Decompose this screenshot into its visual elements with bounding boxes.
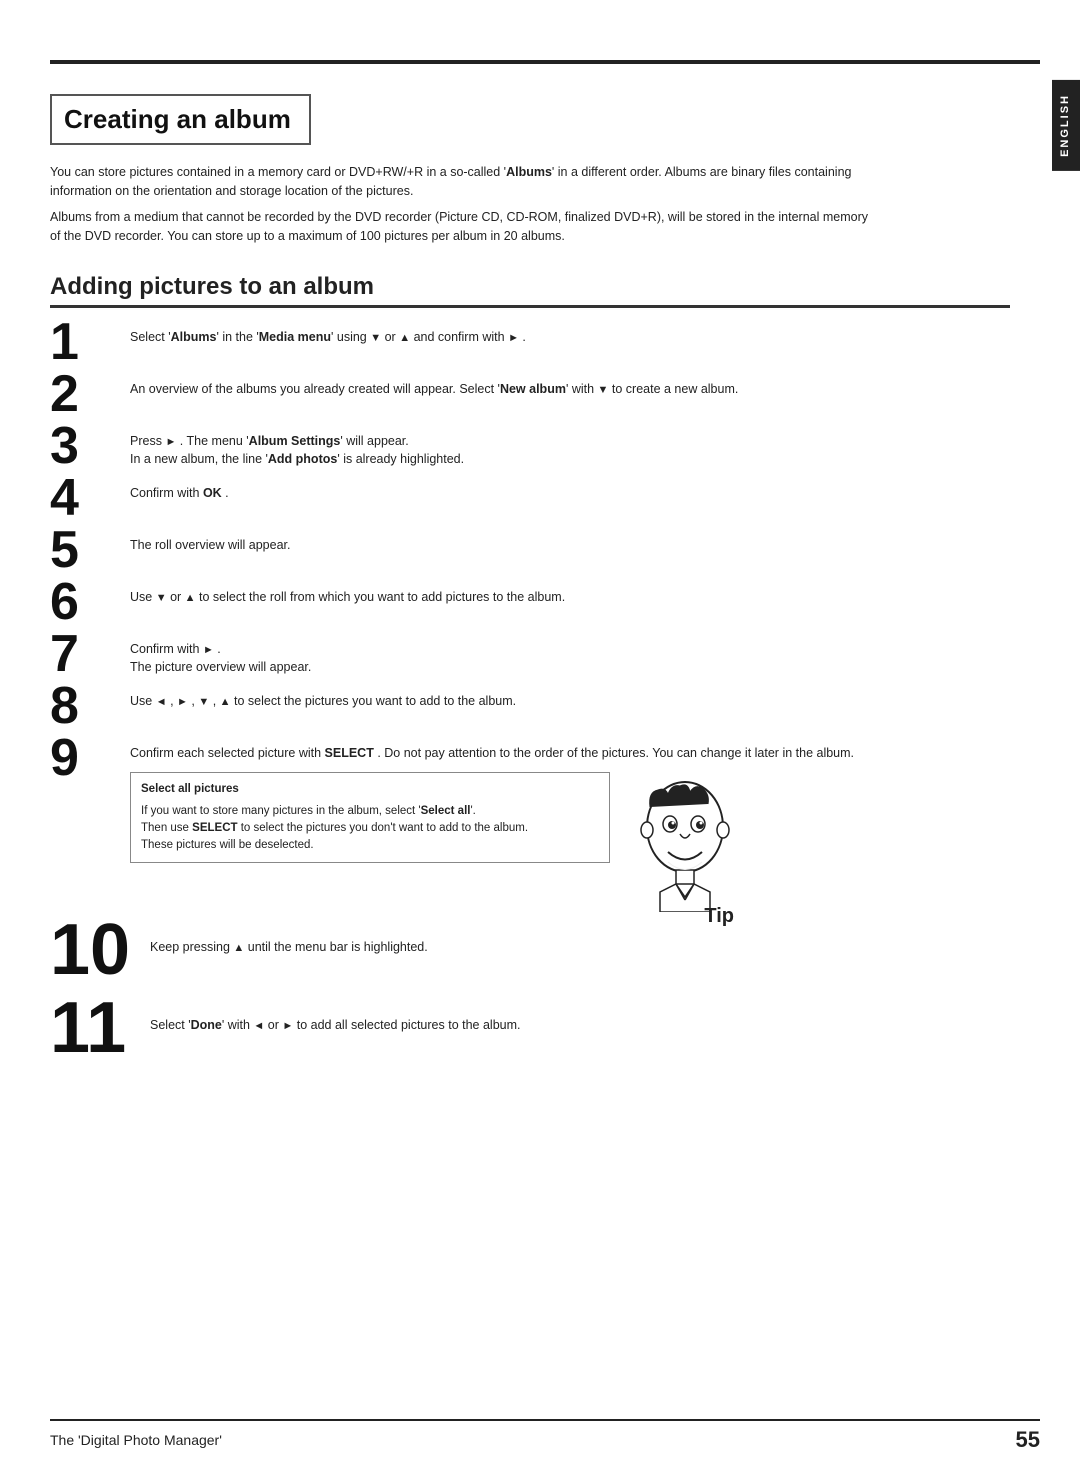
step-number-8: 8 [50,680,130,732]
step-row-10: 10 Keep pressing ▲ until the menu bar is… [50,920,1010,986]
top-rule [50,60,1040,64]
character-svg [630,772,740,912]
step-text-1: Select 'Albums' in the 'Media menu' usin… [130,322,1010,347]
tip-line1: If you want to store many pictures in th… [141,803,599,820]
section2-title: Adding pictures to an album [50,273,1010,301]
step-text-5: The roll overview will appear. [130,530,1010,555]
main-content: Creating an album You can store pictures… [50,80,1010,1413]
step-text-11: Select 'Done' with ◄ or ► to add all sel… [150,998,1010,1035]
step-row-5: 5 The roll overview will appear. [50,530,1010,576]
step-number-6: 6 [50,576,130,628]
bottom-rule [50,1419,1040,1421]
tip-line3: These pictures will be deselected. [141,837,599,854]
step-row-3: 3 Press ► . The menu 'Album Settings' wi… [50,426,1010,472]
tip-area: Select all pictures If you want to store… [130,772,1010,902]
step-text-10: Keep pressing ▲ until the menu bar is hi… [150,920,1010,957]
step-number-3: 3 [50,420,130,472]
language-tab: ENGLISH [1052,80,1080,171]
step-text-2: An overview of the albums you already cr… [130,374,1010,399]
footer-page: 55 [1016,1427,1040,1453]
step-row-9: 9 Confirm each selected picture with SEL… [50,738,1010,903]
step-text-3: Press ► . The menu 'Album Settings' will… [130,426,1010,470]
step-text-6: Use ▼ or ▲ to select the roll from which… [130,582,1010,607]
step-number-11: 11 [50,992,150,1064]
step-number-9: 9 [50,732,130,784]
step-row-6: 6 Use ▼ or ▲ to select the roll from whi… [50,582,1010,628]
section1-para1: You can store pictures contained in a me… [50,163,870,202]
step-row-11: 11 Select 'Done' with ◄ or ► to add all … [50,998,1010,1064]
tip-line2: Then use SELECT to select the pictures y… [141,820,599,837]
step-row-8: 8 Use ◄ , ► , ▼ , ▲ to select the pictur… [50,686,1010,732]
tip-title: Select all pictures [141,781,599,798]
step-number-5: 5 [50,524,130,576]
tip-box: Select all pictures If you want to store… [130,772,610,863]
footer: The 'Digital Photo Manager' 55 [50,1427,1040,1453]
step-number-2: 2 [50,368,130,420]
step-text-4: Confirm with OK . [130,478,1010,503]
step-row-7: 7 Confirm with ► . The picture overview … [50,634,1010,680]
steps-list: 1 Select 'Albums' in the 'Media menu' us… [50,322,1010,1071]
step-text-8: Use ◄ , ► , ▼ , ▲ to select the pictures… [130,686,1010,711]
section2-title-container: Adding pictures to an album [50,273,1010,308]
step-row-4: 4 Confirm with OK . [50,478,1010,524]
step-number-4: 4 [50,472,130,524]
footer-title: The 'Digital Photo Manager' [50,1432,222,1448]
step-text-9: Confirm each selected picture with SELEC… [130,738,1010,763]
step-number-1: 1 [50,316,130,368]
step-number-10: 10 [50,914,150,986]
step-text-7: Confirm with ► . The picture overview wi… [130,634,1010,678]
step-row-2: 2 An overview of the albums you already … [50,374,1010,420]
step-row-1: 1 Select 'Albums' in the 'Media menu' us… [50,322,1010,368]
character-illustration: Tip [630,772,740,902]
section1-title-box: Creating an album [50,94,311,145]
section1-title: Creating an album [64,104,291,135]
section1-para2: Albums from a medium that cannot be reco… [50,208,870,247]
step-number-7: 7 [50,628,130,680]
